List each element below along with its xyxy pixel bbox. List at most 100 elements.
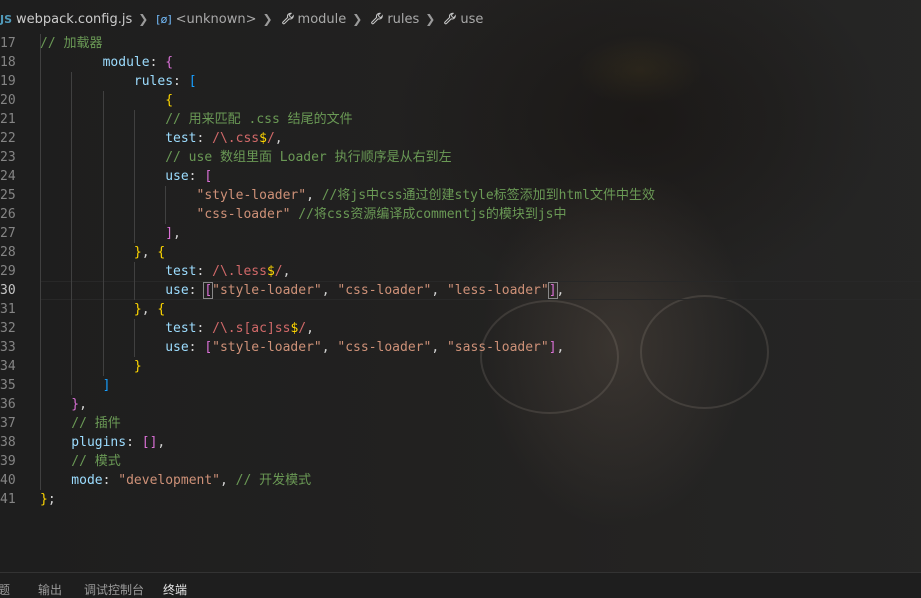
indent-guide [102, 243, 104, 262]
code-line[interactable]: 20 { [0, 91, 921, 110]
code-token: , [306, 188, 322, 203]
code-line[interactable]: 31}, { [0, 300, 921, 319]
tab-debug-console[interactable]: 调试控制台 [84, 581, 144, 598]
line-number: 36 [0, 397, 16, 412]
code-token: "development" [118, 473, 221, 488]
chevron-right-icon: ❯ [262, 12, 273, 26]
chevron-right-icon: ❯ [352, 12, 363, 26]
code-line[interactable]: 26 "css-loader" //将css资源编译成commentjs的模块到j… [0, 205, 921, 224]
breadcrumb-item-rules[interactable]: rules [368, 12, 419, 27]
code-token: } [133, 359, 142, 374]
indent-guide [133, 319, 135, 338]
code-token: , [321, 283, 338, 298]
indent-guide [133, 110, 135, 129]
breadcrumb-file-label: webpack.config.js [16, 11, 133, 27]
breadcrumb-file[interactable]: JS webpack.config.js [0, 12, 132, 27]
code-line[interactable]: 34} [0, 357, 921, 376]
indent-guide [71, 300, 73, 319]
code-token: use [165, 169, 189, 184]
code-line[interactable]: 27], [0, 224, 921, 243]
indent-guide [71, 262, 73, 281]
indent-guide [102, 186, 104, 205]
code-line[interactable]: 33 use: ["style-loader", "css-loader", "s… [0, 338, 921, 357]
code-text: "css-loader" //将css资源编译成commentjs的模块到js中 [197, 205, 567, 224]
code-line[interactable]: 21 // 用来匹配 .css 结尾的文件 [0, 110, 921, 129]
code-token: "css-loader" [337, 283, 432, 298]
indent-guide [133, 281, 135, 300]
code-token: , [173, 226, 181, 241]
code-text: }; [40, 490, 56, 509]
indent-guide [40, 224, 41, 243]
code-line[interactable]: 23 // use 数组里面 Loader 执行顺序是从右到左 [0, 148, 921, 167]
indent-guide [102, 300, 104, 319]
code-token: "css-loader" [196, 207, 291, 222]
code-line[interactable]: 22 test: /\.css$/, [0, 129, 921, 148]
code-line[interactable]: 24 use: [ [0, 167, 921, 186]
code-line[interactable]: 19 rules: [ [0, 72, 921, 91]
code-text: // use 数组里面 Loader 执行顺序是从右到左 [165, 148, 451, 167]
indent-guide [40, 338, 41, 357]
code-line[interactable]: 37 // 插件 [0, 414, 921, 433]
line-number: 19 [0, 74, 16, 89]
code-text: use: ["style-loader", "css-loader", "les… [165, 281, 564, 300]
code-line[interactable]: 25 "style-loader", //将js中css通过创建style标签添加… [0, 186, 921, 205]
indent-guide [165, 205, 167, 224]
tab-output[interactable]: 输出 [38, 581, 62, 598]
code-editor[interactable]: 17// 加载器 18 module: { 19 rules: [20{21// 用来匹… [0, 34, 921, 509]
indent-guide [102, 338, 104, 357]
code-line[interactable]: 30 use: ["style-loader", "css-loader", "l… [0, 281, 921, 300]
line-number: 41 [0, 492, 16, 507]
code-token: : [196, 264, 213, 279]
code-text: module: { [103, 53, 173, 72]
code-token: // 模式 [71, 454, 121, 469]
panel-tab-bar: 问题 输出 调试控制台 终端 [0, 572, 921, 598]
code-token: } [40, 492, 48, 507]
code-text: use: ["style-loader", "css-loader", "sas… [165, 338, 564, 357]
line-number: 27 [0, 226, 16, 241]
breadcrumb-item-use[interactable]: use [441, 12, 483, 27]
code-text: }, { [134, 243, 165, 262]
code-token: "style-loader" [196, 188, 307, 203]
code-token: ] [165, 226, 174, 241]
code-line[interactable]: 28}, { [0, 243, 921, 262]
code-line[interactable]: 40 mode: "development", // 开发模式 [0, 471, 921, 490]
indent-guide [40, 357, 41, 376]
indent-guide [71, 376, 73, 395]
code-line[interactable]: 18 module: { [0, 53, 921, 72]
code-line[interactable]: 38 plugins: [], [0, 433, 921, 452]
indent-guide [102, 205, 104, 224]
tab-terminal[interactable]: 终端 [163, 581, 187, 598]
line-number: 40 [0, 473, 16, 488]
indent-guide [133, 262, 135, 281]
indent-guide [133, 205, 135, 224]
tab-problems[interactable]: 问题 [0, 581, 10, 598]
code-token: // use 数组里面 Loader 执行顺序是从右到左 [165, 150, 452, 165]
code-text: rules: [ [134, 72, 197, 91]
chevron-right-icon: ❯ [425, 12, 436, 26]
code-token: [] [141, 435, 158, 450]
code-text: // 用来匹配 .css 结尾的文件 [165, 110, 352, 129]
indent-guide [102, 110, 104, 129]
code-line[interactable]: 36}, [0, 395, 921, 414]
code-token: : [149, 55, 166, 70]
line-number: 26 [0, 207, 16, 222]
indent-guide [40, 243, 41, 262]
code-line[interactable]: 39 // 模式 [0, 452, 921, 471]
code-line[interactable]: 35] [0, 376, 921, 395]
indent-guide [133, 186, 135, 205]
code-token: rules [133, 74, 174, 89]
indent-guide [71, 205, 73, 224]
code-line[interactable]: 17 // 加载器 [0, 34, 921, 53]
indent-guide [71, 167, 73, 186]
line-number: 22 [0, 131, 16, 146]
code-token: [ [204, 340, 213, 355]
breadcrumb-item-unknown[interactable]: [ø] <unknown> [154, 12, 256, 27]
breadcrumb-item-module[interactable]: module [279, 12, 346, 27]
code-line[interactable]: 32 test: /\.s[ac]ss$/, [0, 319, 921, 338]
indent-guide [71, 338, 73, 357]
code-token: ] [547, 282, 558, 299]
code-token: [ [203, 282, 214, 299]
code-line[interactable]: 29 test: /\.less$/, [0, 262, 921, 281]
indent-guide [40, 452, 41, 471]
code-line[interactable]: 41}; [0, 490, 921, 509]
